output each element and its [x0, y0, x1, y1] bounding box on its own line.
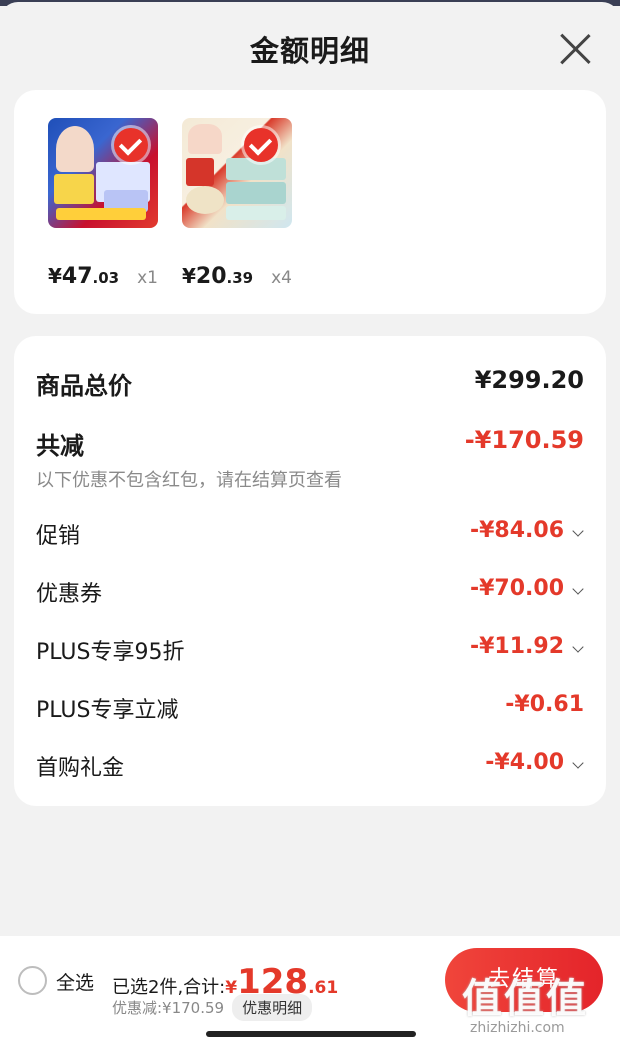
chevron-down-icon [572, 757, 584, 769]
product-thumbnail [48, 118, 158, 228]
product-item-1[interactable]: ¥47.03 x1 [48, 118, 160, 289]
price-decimal: .39 [226, 269, 254, 287]
chevron-down-icon [572, 641, 584, 653]
discount-row-promotion[interactable]: 促销 -¥84.06 [36, 518, 584, 558]
watermark-logo: 值值值 [462, 976, 588, 1022]
amount-detail-sheet: 金额明细 ¥47.03 x1 ¥20.39 x4 商品总价 ¥299.20 共减… [0, 2, 620, 1052]
close-icon[interactable] [558, 32, 592, 66]
chevron-down-icon [572, 583, 584, 595]
home-indicator [206, 1031, 416, 1037]
discount-row-coupon[interactable]: 优惠券 -¥70.00 [36, 576, 584, 616]
discount-label: 首购礼金 [36, 756, 125, 781]
discount-value: -¥70.00 [470, 576, 586, 601]
discount-label: PLUS专享95折 [36, 640, 185, 665]
product-price-row: ¥20.39 x4 [182, 264, 442, 289]
discount-value: -¥0.61 [505, 692, 584, 717]
product-card: ¥47.03 x1 ¥20.39 x4 [14, 90, 606, 314]
discount-label: 优惠券 [36, 582, 103, 607]
price-currency: ¥ [182, 264, 196, 288]
discount-detail-button[interactable]: 优惠明细 [232, 994, 313, 1021]
product-quantity: x4 [271, 268, 293, 288]
discount-row-plus-instant: PLUS专享立减 -¥0.61 [36, 692, 584, 732]
product-thumbnail [182, 118, 292, 228]
selected-check-icon [244, 128, 278, 162]
discount-label: PLUS专享立减 [36, 698, 179, 723]
discount-label: 促销 [36, 524, 81, 549]
price-integer: 47 [61, 264, 93, 289]
sheet-header: 金额明细 [0, 2, 620, 94]
discount-note: 以下优惠不包含红包，请在结算页查看 [36, 470, 342, 491]
total-reduced-row: 共减 -¥170.59 [36, 426, 584, 466]
discount-summary: 优惠减:¥170.59 优惠明细 [112, 994, 313, 1021]
total-price-row: 商品总价 ¥299.20 [36, 366, 584, 406]
discount-total-text: 优惠减:¥170.59 [112, 999, 225, 1017]
total-price-label: 商品总价 [36, 372, 132, 400]
price-integer: 20 [195, 264, 227, 289]
sheet-title: 金额明细 [249, 34, 370, 68]
discount-row-plus-95[interactable]: PLUS专享95折 -¥11.92 [36, 634, 584, 674]
select-all-radio[interactable] [18, 966, 47, 995]
discount-row-first-purchase[interactable]: 首购礼金 -¥4.00 [36, 750, 584, 790]
price-currency: ¥ [48, 264, 62, 288]
total-reduced-label: 共减 [36, 432, 84, 460]
discount-value: -¥4.00 [485, 750, 586, 775]
price-decimal: .03 [92, 269, 120, 287]
product-quantity: x1 [137, 268, 159, 288]
total-price-value: ¥299.20 [474, 366, 584, 394]
discount-value: -¥84.06 [470, 518, 586, 543]
selected-check-icon [114, 128, 148, 162]
select-all-label[interactable]: 全选 [56, 968, 94, 995]
discount-value: -¥11.92 [470, 634, 586, 659]
total-reduced-value: -¥170.59 [464, 426, 584, 454]
price-summary-card: 商品总价 ¥299.20 共减 -¥170.59 以下优惠不包含红包，请在结算页… [14, 336, 606, 806]
chevron-down-icon [572, 525, 584, 537]
watermark-url: zhizhizhi.com [470, 1020, 565, 1036]
total-decimal: .61 [308, 978, 339, 998]
product-item-2[interactable]: ¥20.39 x4 [182, 118, 294, 289]
